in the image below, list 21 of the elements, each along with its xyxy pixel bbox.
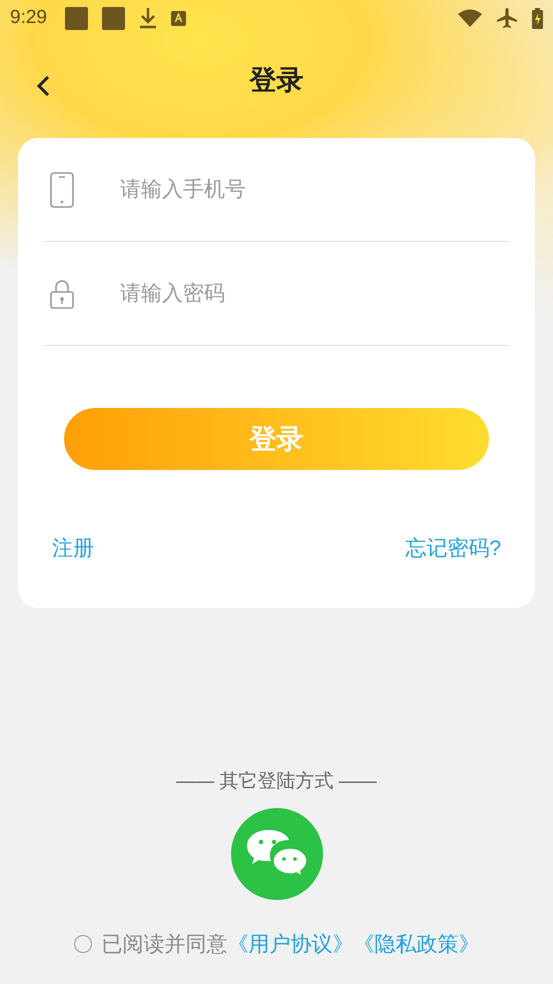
input-field[interactable]: 请输入手机号 [118,176,422,202]
forgot-password-link[interactable]: 忘记密码? [405,534,501,562]
keyboard-icon [170,10,186,26]
download-icon [138,7,157,29]
policy-link[interactable]: 《用户协议》 [228,933,354,956]
phone-icon [50,172,74,208]
agreement-text: 已阅读并同意 [102,933,228,956]
airplane-icon [496,7,518,29]
page-title: 登录 [250,64,304,97]
wifi-icon [458,9,482,27]
notification-icon [102,6,125,30]
policy-link[interactable]: 《隐私政策》 [354,933,480,956]
battery-icon [532,8,543,28]
status-time: 9:29 [10,7,47,29]
login-button[interactable]: 登录 [64,408,489,470]
register-link[interactable]: 注册 [52,534,94,562]
input-field[interactable]: 请输入密码 [118,280,422,306]
agree-radio[interactable] [74,935,92,953]
other-login-label: —— 其它登陆方式 —— [176,770,377,794]
lock-icon [50,278,74,308]
notification-icon [64,6,88,30]
